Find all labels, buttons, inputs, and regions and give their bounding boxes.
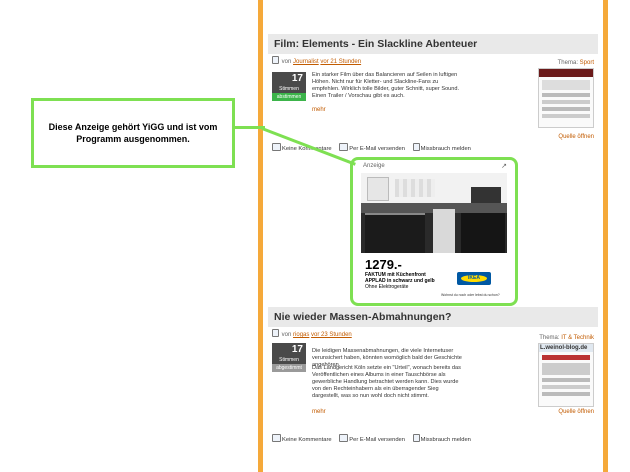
- more-link[interactable]: mehr: [312, 409, 326, 415]
- vote-count: 17: [272, 72, 306, 85]
- article-card: Nie wieder Massen-Abmahnungen? von rioga…: [268, 307, 598, 447]
- ikea-logo-text: IKEA: [461, 275, 487, 282]
- ad-line-3: Ohne Elektrogeräte: [365, 284, 409, 290]
- article-theme: Thema: IT & Technik: [539, 335, 594, 341]
- vote-label: Stimmen: [272, 85, 306, 93]
- article-summary: Ein starker Film über das Balancieren au…: [312, 72, 460, 99]
- article-theme: Thema: Sport: [558, 60, 594, 66]
- vote-label: Stimmen: [272, 356, 306, 364]
- email-icon: [339, 434, 349, 442]
- comments-action[interactable]: Keine Kommentare: [272, 434, 332, 443]
- theme-link[interactable]: IT & Technik: [561, 335, 594, 341]
- vote-box: 17 Stimmen abgestimmt: [272, 343, 306, 373]
- comment-icon: [272, 143, 281, 151]
- vote-button[interactable]: abstimmen: [272, 93, 306, 101]
- article-thumbnail[interactable]: [538, 68, 594, 128]
- article-thumbnail[interactable]: L.weinol-blog.de: [538, 343, 594, 407]
- ad-slogan: Wohnst du noch oder lebst du schon?: [441, 293, 500, 297]
- source-link[interactable]: Quelle öffnen: [558, 134, 594, 140]
- callout-connector-horizontal: [235, 126, 265, 129]
- article-title[interactable]: Film: Elements - Ein Slackline Abenteuer: [268, 34, 598, 54]
- theme-label: Thema:: [557, 60, 578, 66]
- ad-label: Anzeige: [363, 163, 385, 169]
- ad-highlight-frame: Anzeige ↗ 1279.- FAKTUM mit Küchenfront …: [350, 157, 518, 306]
- article-actions: Keine Kommentare Per E-Mail versenden Mi…: [272, 434, 477, 443]
- trash-icon: [412, 143, 420, 151]
- author-link[interactable]: riogas: [293, 332, 309, 338]
- ad-price: 1279.-: [365, 257, 402, 272]
- byline-prefix: von: [281, 59, 292, 65]
- theme-link[interactable]: Sport: [580, 60, 594, 66]
- callout-text: Diese Anzeige gehört YiGG und ist vom Pr…: [48, 122, 218, 144]
- email-icon: [339, 143, 349, 151]
- left-orange-border: [258, 0, 263, 472]
- comment-icon: [272, 434, 281, 442]
- report-action[interactable]: Missbrauch melden: [412, 143, 471, 152]
- ad-kitchen-image[interactable]: [361, 173, 507, 253]
- vote-box: 17 Stimmen abstimmen: [272, 72, 306, 102]
- ad-description: FAKTUM mit Küchenfront APPLAD in schwarz…: [365, 272, 455, 290]
- byline-prefix: von: [281, 332, 292, 338]
- article-title[interactable]: Nie wieder Massen-Abmahnungen?: [268, 307, 598, 327]
- article-body: Das Landgericht Köln setzte ein "Urteil"…: [312, 365, 461, 399]
- email-action[interactable]: Per E-Mail versenden: [339, 434, 405, 443]
- document-icon: [272, 329, 279, 337]
- source-link[interactable]: Quelle öffnen: [558, 409, 594, 415]
- article-card: Film: Elements - Ein Slackline Abenteuer…: [268, 34, 598, 156]
- theme-label: Thema:: [539, 335, 560, 341]
- article-byline: von Journalist vor 21 Stunden: [272, 56, 361, 65]
- email-action[interactable]: Per E-Mail versenden: [339, 143, 405, 152]
- report-action[interactable]: Missbrauch melden: [412, 434, 471, 443]
- author-link[interactable]: Journalist: [293, 59, 319, 65]
- right-orange-border: [603, 0, 608, 472]
- trash-icon: [412, 434, 420, 442]
- annotation-callout: Diese Anzeige gehört YiGG und ist vom Pr…: [31, 98, 235, 168]
- time-link[interactable]: vor 23 Stunden: [311, 332, 352, 338]
- voted-badge: abgestimmt: [272, 364, 306, 372]
- ikea-logo[interactable]: IKEA: [457, 272, 491, 285]
- vote-count: 17: [272, 343, 306, 356]
- time-link[interactable]: vor 21 Stunden: [320, 59, 361, 65]
- thumbnail-caption: L.weinol-blog.de: [539, 344, 593, 352]
- article-byline: von riogas vor 23 Stunden: [272, 329, 352, 338]
- external-link-icon[interactable]: ↗: [501, 162, 507, 170]
- document-icon: [272, 56, 279, 64]
- more-link[interactable]: mehr: [312, 107, 326, 113]
